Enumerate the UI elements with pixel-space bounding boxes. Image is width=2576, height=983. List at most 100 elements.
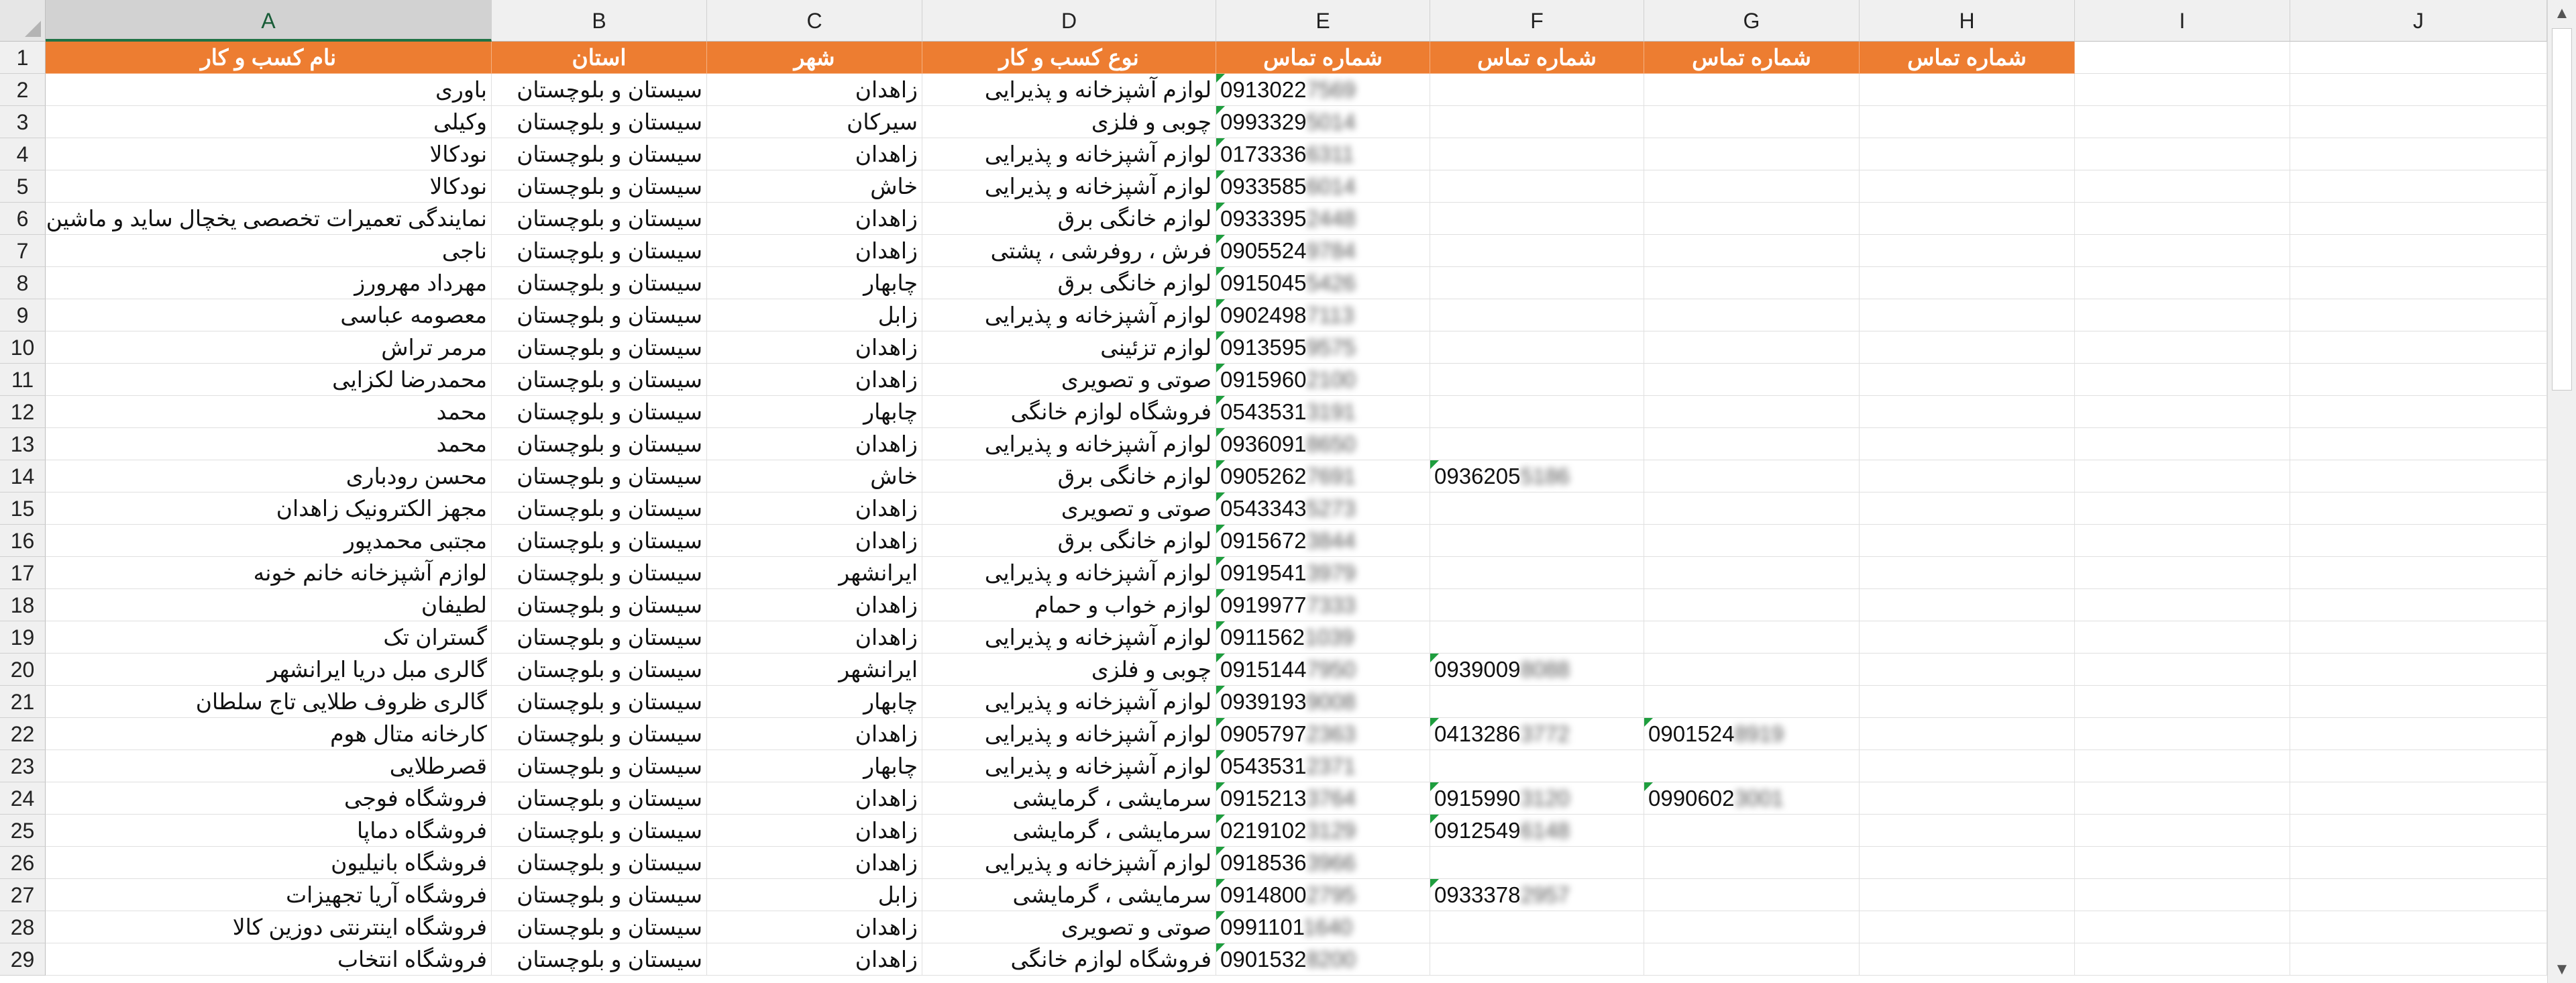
phone-cell[interactable]	[1644, 750, 1860, 782]
business-type-cell[interactable]: سرمایشی ، گرمایشی	[922, 879, 1216, 911]
city-cell[interactable]: زاهدان	[707, 364, 922, 396]
business-type-cell[interactable]: لوازم تزئینی	[922, 331, 1216, 364]
city-cell[interactable]: چابهار	[707, 750, 922, 782]
phone-cell[interactable]	[1860, 750, 2075, 782]
business-name-cell[interactable]: فروشگاه فوجی	[46, 782, 492, 815]
business-type-cell[interactable]: صوتی و تصویری	[922, 911, 1216, 943]
province-cell[interactable]: سیستان و بلوچستان	[492, 493, 707, 525]
row-header[interactable]: 10	[0, 331, 46, 364]
cell[interactable]	[2290, 589, 2547, 621]
business-type-cell[interactable]: لوازم آشپزخانه و پذیرایی	[922, 138, 1216, 170]
cell[interactable]	[2290, 525, 2547, 557]
phone-cell[interactable]	[1644, 686, 1860, 718]
business-type-cell[interactable]: لوازم خانگی برق	[922, 460, 1216, 493]
phone-cell[interactable]	[1860, 815, 2075, 847]
city-cell[interactable]: چابهار	[707, 686, 922, 718]
cell[interactable]	[2290, 782, 2547, 815]
phone-cell[interactable]	[1644, 943, 1860, 976]
header-cell[interactable]: شهر	[707, 42, 922, 74]
province-cell[interactable]: سیستان و بلوچستان	[492, 74, 707, 106]
province-cell[interactable]: سیستان و بلوچستان	[492, 267, 707, 299]
city-cell[interactable]: خاش	[707, 460, 922, 493]
phone-cell[interactable]	[1644, 170, 1860, 203]
business-name-cell[interactable]: نمایندگی تعمیرات تخصصی یخچال ساید و ماشی…	[46, 203, 492, 235]
business-type-cell[interactable]: لوازم آشپزخانه و پذیرایی	[922, 686, 1216, 718]
city-cell[interactable]: زاهدان	[707, 943, 922, 976]
business-name-cell[interactable]: فروشگاه بانیلیون	[46, 847, 492, 879]
column-header-i[interactable]: I	[2075, 0, 2290, 42]
phone-cell[interactable]	[1860, 589, 2075, 621]
cell[interactable]	[2075, 460, 2290, 493]
cell[interactable]	[2075, 686, 2290, 718]
cell[interactable]	[2075, 299, 2290, 331]
phone-cell[interactable]: 09159602100	[1216, 364, 1430, 396]
cell[interactable]	[2075, 879, 2290, 911]
column-header-j[interactable]: J	[2290, 0, 2547, 42]
business-name-cell[interactable]: فروشگاه انتخاب	[46, 943, 492, 976]
city-cell[interactable]: زاهدان	[707, 203, 922, 235]
column-header-h[interactable]: H	[1860, 0, 2075, 42]
phone-cell[interactable]: 09115621039	[1216, 621, 1430, 654]
business-type-cell[interactable]: فروشگاه لوازم خانگی	[922, 943, 1216, 976]
cell[interactable]	[2290, 203, 2547, 235]
city-cell[interactable]: زاهدان	[707, 815, 922, 847]
phone-cell[interactable]: 09933295014	[1216, 106, 1430, 138]
city-cell[interactable]: زاهدان	[707, 911, 922, 943]
cell[interactable]	[2290, 686, 2547, 718]
phone-cell[interactable]	[1644, 879, 1860, 911]
province-cell[interactable]: سیستان و بلوچستان	[492, 170, 707, 203]
business-name-cell[interactable]: محمد	[46, 428, 492, 460]
phone-cell[interactable]: 09911011640	[1216, 911, 1430, 943]
phone-cell[interactable]: 05435312371	[1216, 750, 1430, 782]
province-cell[interactable]: سیستان و بلوچستان	[492, 686, 707, 718]
cell[interactable]	[2075, 138, 2290, 170]
business-type-cell[interactable]: لوازم آشپزخانه و پذیرایی	[922, 557, 1216, 589]
province-cell[interactable]: سیستان و بلوچستان	[492, 203, 707, 235]
cell[interactable]	[2075, 750, 2290, 782]
province-cell[interactable]: سیستان و بلوچستان	[492, 525, 707, 557]
row-header[interactable]: 1	[0, 42, 46, 74]
phone-cell[interactable]	[1644, 815, 1860, 847]
row-header[interactable]: 25	[0, 815, 46, 847]
row-header[interactable]: 29	[0, 943, 46, 976]
column-header-d[interactable]: D	[922, 0, 1216, 42]
phone-cell[interactable]	[1860, 267, 2075, 299]
phone-cell[interactable]: 09199777333	[1216, 589, 1430, 621]
city-cell[interactable]: ایرانشهر	[707, 557, 922, 589]
city-cell[interactable]: زابل	[707, 299, 922, 331]
business-type-cell[interactable]: لوازم آشپزخانه و پذیرایی	[922, 74, 1216, 106]
header-cell[interactable]: نام کسب و کار	[46, 42, 492, 74]
phone-cell[interactable]	[1860, 203, 2075, 235]
phone-cell[interactable]	[1860, 686, 2075, 718]
phone-cell[interactable]: 09151447950	[1216, 654, 1430, 686]
cell[interactable]	[2290, 879, 2547, 911]
phone-cell[interactable]: 09185363966	[1216, 847, 1430, 879]
province-cell[interactable]: سیستان و بلوچستان	[492, 235, 707, 267]
row-header[interactable]: 5	[0, 170, 46, 203]
province-cell[interactable]: سیستان و بلوچستان	[492, 299, 707, 331]
row-header[interactable]: 22	[0, 718, 46, 750]
business-name-cell[interactable]: کارخانه متال هوم	[46, 718, 492, 750]
cell[interactable]	[2290, 170, 2547, 203]
phone-cell[interactable]	[1644, 589, 1860, 621]
business-name-cell[interactable]: لوازم آشپزخانه خانم خونه	[46, 557, 492, 589]
cell[interactable]	[2290, 621, 2547, 654]
column-header-g[interactable]: G	[1644, 0, 1860, 42]
cell[interactable]	[2290, 750, 2547, 782]
business-name-cell[interactable]: معصومه عباسی	[46, 299, 492, 331]
phone-cell[interactable]	[1644, 331, 1860, 364]
phone-cell[interactable]	[1430, 943, 1644, 976]
phone-cell[interactable]: 09052627691	[1216, 460, 1430, 493]
province-cell[interactable]: سیستان و بلوچستان	[492, 815, 707, 847]
city-cell[interactable]: زاهدان	[707, 428, 922, 460]
row-header[interactable]: 8	[0, 267, 46, 299]
phone-cell[interactable]	[1644, 654, 1860, 686]
phone-cell[interactable]: 09333782957	[1430, 879, 1644, 911]
cell[interactable]	[2075, 525, 2290, 557]
phone-cell[interactable]	[1860, 879, 2075, 911]
city-cell[interactable]: خاش	[707, 170, 922, 203]
phone-cell[interactable]	[1430, 557, 1644, 589]
phone-cell[interactable]: 09148002795	[1216, 879, 1430, 911]
row-header[interactable]: 27	[0, 879, 46, 911]
business-type-cell[interactable]: لوازم خانگی برق	[922, 267, 1216, 299]
